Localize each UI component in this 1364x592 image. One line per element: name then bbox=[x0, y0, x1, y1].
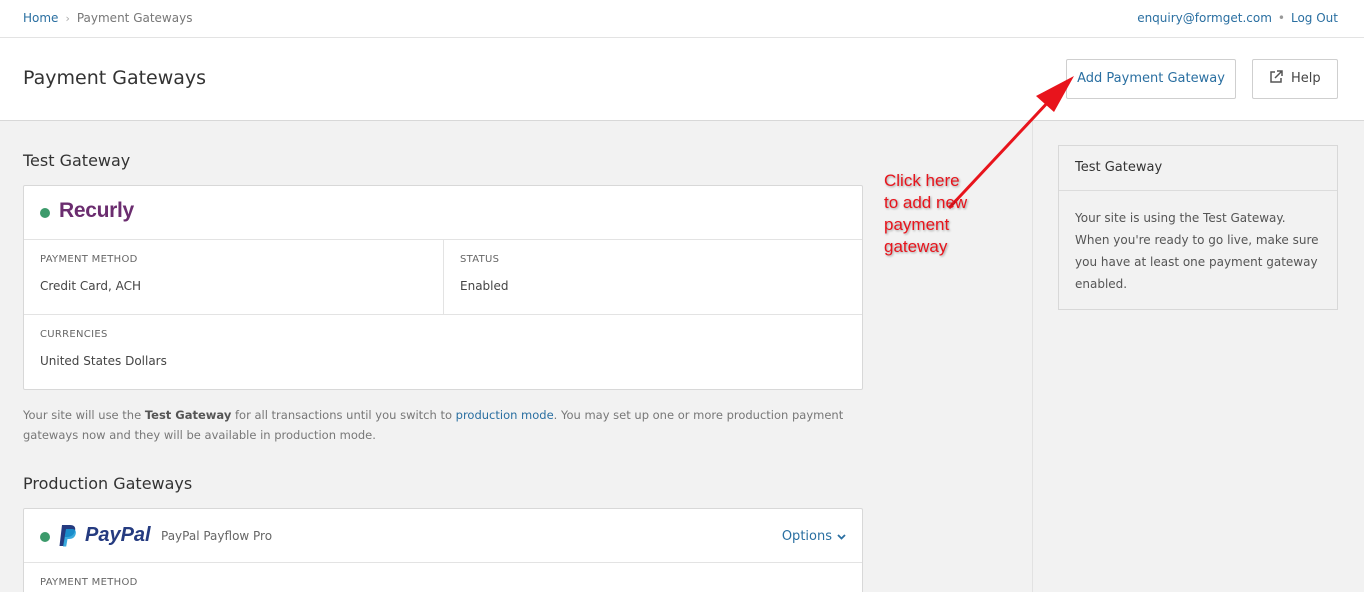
status-dot bbox=[40, 208, 50, 218]
note-text-2: for all transactions until you switch to bbox=[231, 408, 456, 422]
production-mode-link[interactable]: production mode bbox=[456, 408, 554, 422]
payment-method-label: PAYMENT METHOD bbox=[40, 254, 138, 265]
payment-method-cell: PAYMENT METHOD Credit Card, ACH bbox=[24, 240, 444, 315]
column-divider bbox=[1032, 121, 1033, 592]
note-text-1: Your site will use the bbox=[23, 408, 145, 422]
currencies-value: United States Dollars bbox=[40, 354, 167, 368]
payment-method-label: PAYMENT METHOD bbox=[40, 577, 138, 588]
status-label: STATUS bbox=[460, 254, 500, 265]
note-bold: Test Gateway bbox=[144, 408, 232, 422]
annotation-text: Click here to add new payment gateway bbox=[884, 171, 968, 256]
user-separator: • bbox=[1277, 11, 1285, 25]
status-cell: STATUS Enabled bbox=[444, 240, 862, 315]
user-menu: enquiry@formget.com • Log Out bbox=[1137, 11, 1338, 25]
options-dropdown[interactable]: Options bbox=[782, 529, 846, 544]
external-link-icon bbox=[1270, 70, 1283, 83]
add-payment-gateway-button[interactable]: Add Payment Gateway bbox=[1066, 59, 1236, 99]
test-mode-note: Your site will use the Test Gateway for … bbox=[23, 405, 863, 445]
currencies-cell: CURRENCIES United States Dollars bbox=[24, 315, 862, 389]
status-value: Enabled bbox=[460, 279, 509, 293]
gateway-name: PayPal Payflow Pro bbox=[161, 529, 273, 543]
breadcrumb-separator: › bbox=[65, 12, 70, 25]
payment-method-value: Credit Card, ACH bbox=[40, 279, 142, 293]
paypal-gateway-card: PayPal PayPal Payflow Pro Options PAYMEN… bbox=[23, 508, 863, 592]
breadcrumb-home-link[interactable]: Home bbox=[23, 11, 58, 25]
recurly-logo: Recurly bbox=[59, 199, 134, 222]
breadcrumb-current: Payment Gateways bbox=[76, 11, 193, 25]
status-dot bbox=[40, 532, 50, 542]
help-button-label: Help bbox=[1291, 71, 1321, 86]
info-panel-title: Test Gateway bbox=[1059, 146, 1337, 191]
options-label: Options bbox=[781, 529, 832, 544]
page-header: Payment Gateways Add Payment Gateway Hel… bbox=[0, 38, 1364, 121]
info-panel-body: Your site is using the Test Gateway. Whe… bbox=[1075, 211, 1319, 291]
test-gateway-info-panel: Test Gateway Your site is using the Test… bbox=[1058, 145, 1338, 310]
production-gateways-heading: Production Gateways bbox=[23, 474, 193, 493]
top-bar: Home › Payment Gateways enquiry@formget.co… bbox=[0, 0, 1364, 38]
test-gateway-card: Recurly PAYMENT METHOD Credit Card, ACH … bbox=[23, 185, 863, 390]
logout-link[interactable]: Log Out bbox=[1291, 11, 1338, 25]
paypal-logo-text: PayPal bbox=[85, 524, 151, 546]
currencies-label: CURRENCIES bbox=[40, 329, 108, 340]
paypal-logo: PayPal bbox=[85, 524, 151, 547]
paypal-p-icon bbox=[59, 525, 76, 547]
breadcrumb: Home › Payment Gateways bbox=[23, 11, 192, 25]
help-button[interactable]: Help bbox=[1252, 59, 1338, 99]
test-gateway-heading: Test Gateway bbox=[23, 151, 131, 170]
test-gateway-card-header: Recurly bbox=[24, 186, 862, 240]
paypal-payment-method-cell: PAYMENT METHOD bbox=[24, 563, 154, 592]
user-email-link[interactable]: enquiry@formget.com bbox=[1137, 11, 1272, 25]
paypal-card-header: PayPal PayPal Payflow Pro Options bbox=[24, 509, 862, 563]
page-title: Payment Gateways bbox=[23, 67, 207, 89]
chevron-down-icon bbox=[837, 534, 846, 540]
